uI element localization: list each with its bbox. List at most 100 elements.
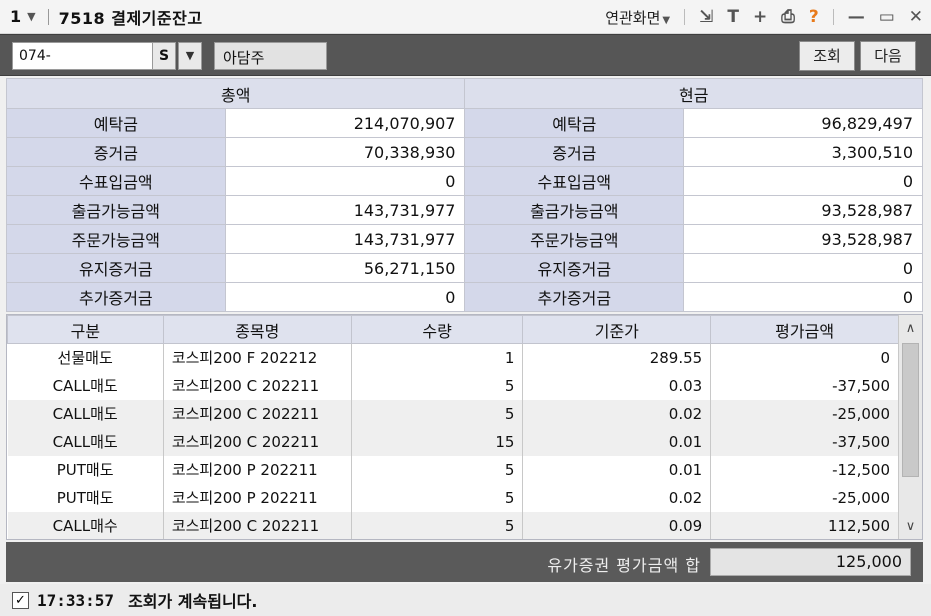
summary-label: 추가증거금 [6, 282, 226, 312]
minimize-icon[interactable]: — [848, 7, 865, 27]
link-icon[interactable]: ⇲ [699, 7, 713, 27]
table-row[interactable]: CALL매도 코스피200 C 202211 5 0.03 -37,500 [7, 371, 899, 400]
cell-eval-amount: -25,000 [710, 399, 899, 428]
summary-total-value: 143,731,977 [224, 195, 466, 225]
summary-total-value: 143,731,977 [224, 224, 466, 254]
account-type-button[interactable]: S [152, 42, 176, 70]
cell-base-price: 0.09 [522, 511, 712, 539]
text-icon[interactable]: T [727, 7, 739, 27]
chevron-down-icon: ▼ [662, 14, 671, 26]
summary-cash-label: 예탁금 [464, 108, 685, 138]
cell-qty: 1 [351, 343, 524, 372]
account-dropdown-icon[interactable]: ▼ [178, 42, 202, 70]
total-header: 총액 [5, 78, 466, 109]
related-screens-menu[interactable]: 연관화면 ▼ [605, 7, 670, 28]
cell-type: CALL매도 [7, 427, 164, 456]
title-actions: 연관화면 ▼ ⇲ T + ⎙ ? — ▭ ✕ [605, 0, 923, 34]
table-row[interactable]: PUT매도 코스피200 P 202211 5 0.01 -12,500 [7, 455, 899, 484]
maximize-icon[interactable]: ▭ [879, 7, 895, 27]
window-number[interactable]: 1 [10, 7, 21, 26]
summary-cash-label: 출금가능금액 [464, 195, 685, 225]
summary-total-value: 0 [224, 166, 466, 196]
title-divider [684, 9, 686, 25]
cell-type: CALL매수 [7, 511, 164, 539]
cell-name: 코스피200 P 202211 [163, 483, 352, 512]
scroll-up-icon[interactable]: ∧ [899, 317, 922, 341]
summary-cash-value: 3,300,510 [683, 137, 923, 167]
account-name: 아담주 [214, 42, 327, 70]
status-bar: ✓ 17:33:57 조회가 계속됩니다. [0, 584, 931, 616]
column-header-eval-amount[interactable]: 평가금액 [710, 315, 899, 344]
cell-type: 선물매도 [7, 343, 164, 372]
cell-name: 코스피200 C 202211 [163, 399, 352, 428]
summary-cash-value: 0 [683, 253, 923, 283]
summary-cash-label: 수표입금액 [464, 166, 685, 196]
positions-table: 구분 종목명 수량 기준가 평가금액 선물매도 코스피200 F 202212 … [7, 315, 899, 539]
summary-cash-value: 0 [683, 166, 923, 196]
column-header-base-price[interactable]: 기준가 [522, 315, 712, 344]
screen-name: 결제기준잔고 [111, 8, 203, 28]
cell-qty: 5 [351, 455, 524, 484]
related-screens-label: 연관화면 [605, 8, 661, 27]
cell-eval-amount: -25,000 [710, 483, 899, 512]
summary-cash-value: 93,528,987 [683, 195, 923, 225]
help-icon[interactable]: ? [809, 7, 819, 27]
summary-label: 출금가능금액 [6, 195, 226, 225]
positions-grid[interactable]: 구분 종목명 수량 기준가 평가금액 선물매도 코스피200 F 202212 … [6, 314, 923, 540]
securities-total-bar: 유가증권 평가금액 합 125,000 [6, 542, 923, 582]
close-icon[interactable]: ✕ [909, 7, 923, 27]
summary-total-value: 0 [224, 282, 466, 312]
summary-cash-label: 증거금 [464, 137, 685, 167]
cell-eval-amount: -12,500 [710, 455, 899, 484]
screen-code: 7518 [58, 8, 106, 28]
cell-type: PUT매도 [7, 483, 164, 512]
cash-header: 현금 [464, 78, 923, 109]
cell-eval-amount: 0 [710, 343, 899, 372]
account-number-input[interactable]: 074- [12, 42, 153, 70]
cell-base-price: 289.55 [522, 343, 712, 372]
print-icon[interactable]: ⎙ [781, 7, 795, 27]
summary-cash-label: 추가증거금 [464, 282, 685, 312]
summary-label: 유지증거금 [6, 253, 226, 283]
total-value: 125,000 [710, 548, 911, 576]
table-row[interactable]: PUT매도 코스피200 P 202211 5 0.02 -25,000 [7, 483, 899, 512]
cell-base-price: 0.01 [522, 455, 712, 484]
summary-cash-value: 93,528,987 [683, 224, 923, 254]
cell-qty: 5 [351, 399, 524, 428]
summary-total-value: 56,271,150 [224, 253, 466, 283]
cell-base-price: 0.01 [522, 427, 712, 456]
query-button[interactable]: 조회 [799, 41, 855, 71]
cell-name: 코스피200 F 202212 [163, 343, 352, 372]
cell-type: CALL매도 [7, 371, 164, 400]
column-header-qty[interactable]: 수량 [350, 315, 524, 344]
cell-base-price: 0.02 [522, 483, 712, 512]
table-row[interactable]: 선물매도 코스피200 F 202212 1 289.55 0 [7, 343, 899, 372]
table-row[interactable]: CALL매도 코스피200 C 202211 15 0.01 -37,500 [7, 427, 899, 456]
column-header-type[interactable]: 구분 [7, 315, 164, 344]
title-bar: 1 ▼ 7518 결제기준잔고 연관화면 ▼ ⇲ T + ⎙ ? — ▭ ✕ [0, 0, 931, 34]
title-separator [47, 8, 49, 25]
summary-cash-label: 유지증거금 [464, 253, 685, 283]
cell-name: 코스피200 P 202211 [163, 455, 352, 484]
grid-scrollbar[interactable]: ∧ ∨ [898, 315, 922, 539]
cell-name: 코스피200 C 202211 [163, 511, 352, 539]
table-row[interactable]: CALL매수 코스피200 C 202211 5 0.09 112,500 [7, 511, 899, 539]
scroll-down-icon[interactable]: ∨ [899, 515, 922, 539]
cell-qty: 5 [351, 483, 524, 512]
summary-label: 수표입금액 [6, 166, 226, 196]
summary-total-value: 214,070,907 [224, 108, 466, 138]
status-message: 조회가 계속됩니다. [128, 592, 258, 611]
next-button[interactable]: 다음 [860, 41, 916, 71]
status-checkbox[interactable]: ✓ [12, 591, 29, 609]
cell-name: 코스피200 C 202211 [163, 371, 352, 400]
column-header-name[interactable]: 종목명 [162, 315, 352, 344]
cell-qty: 5 [351, 511, 524, 539]
scrollbar-thumb[interactable] [902, 343, 919, 477]
window-menu-caret-icon[interactable]: ▼ [27, 10, 35, 23]
status-time: 17:33:57 [37, 590, 115, 610]
cell-eval-amount: 112,500 [710, 511, 899, 539]
summary-cash-label: 주문가능금액 [464, 224, 685, 254]
balance-summary-table: 총액 현금 예탁금 214,070,907 예탁금 96,829,497 증거금… [5, 78, 923, 312]
plus-icon[interactable]: + [753, 7, 767, 27]
table-row[interactable]: CALL매도 코스피200 C 202211 5 0.02 -25,000 [7, 399, 899, 428]
